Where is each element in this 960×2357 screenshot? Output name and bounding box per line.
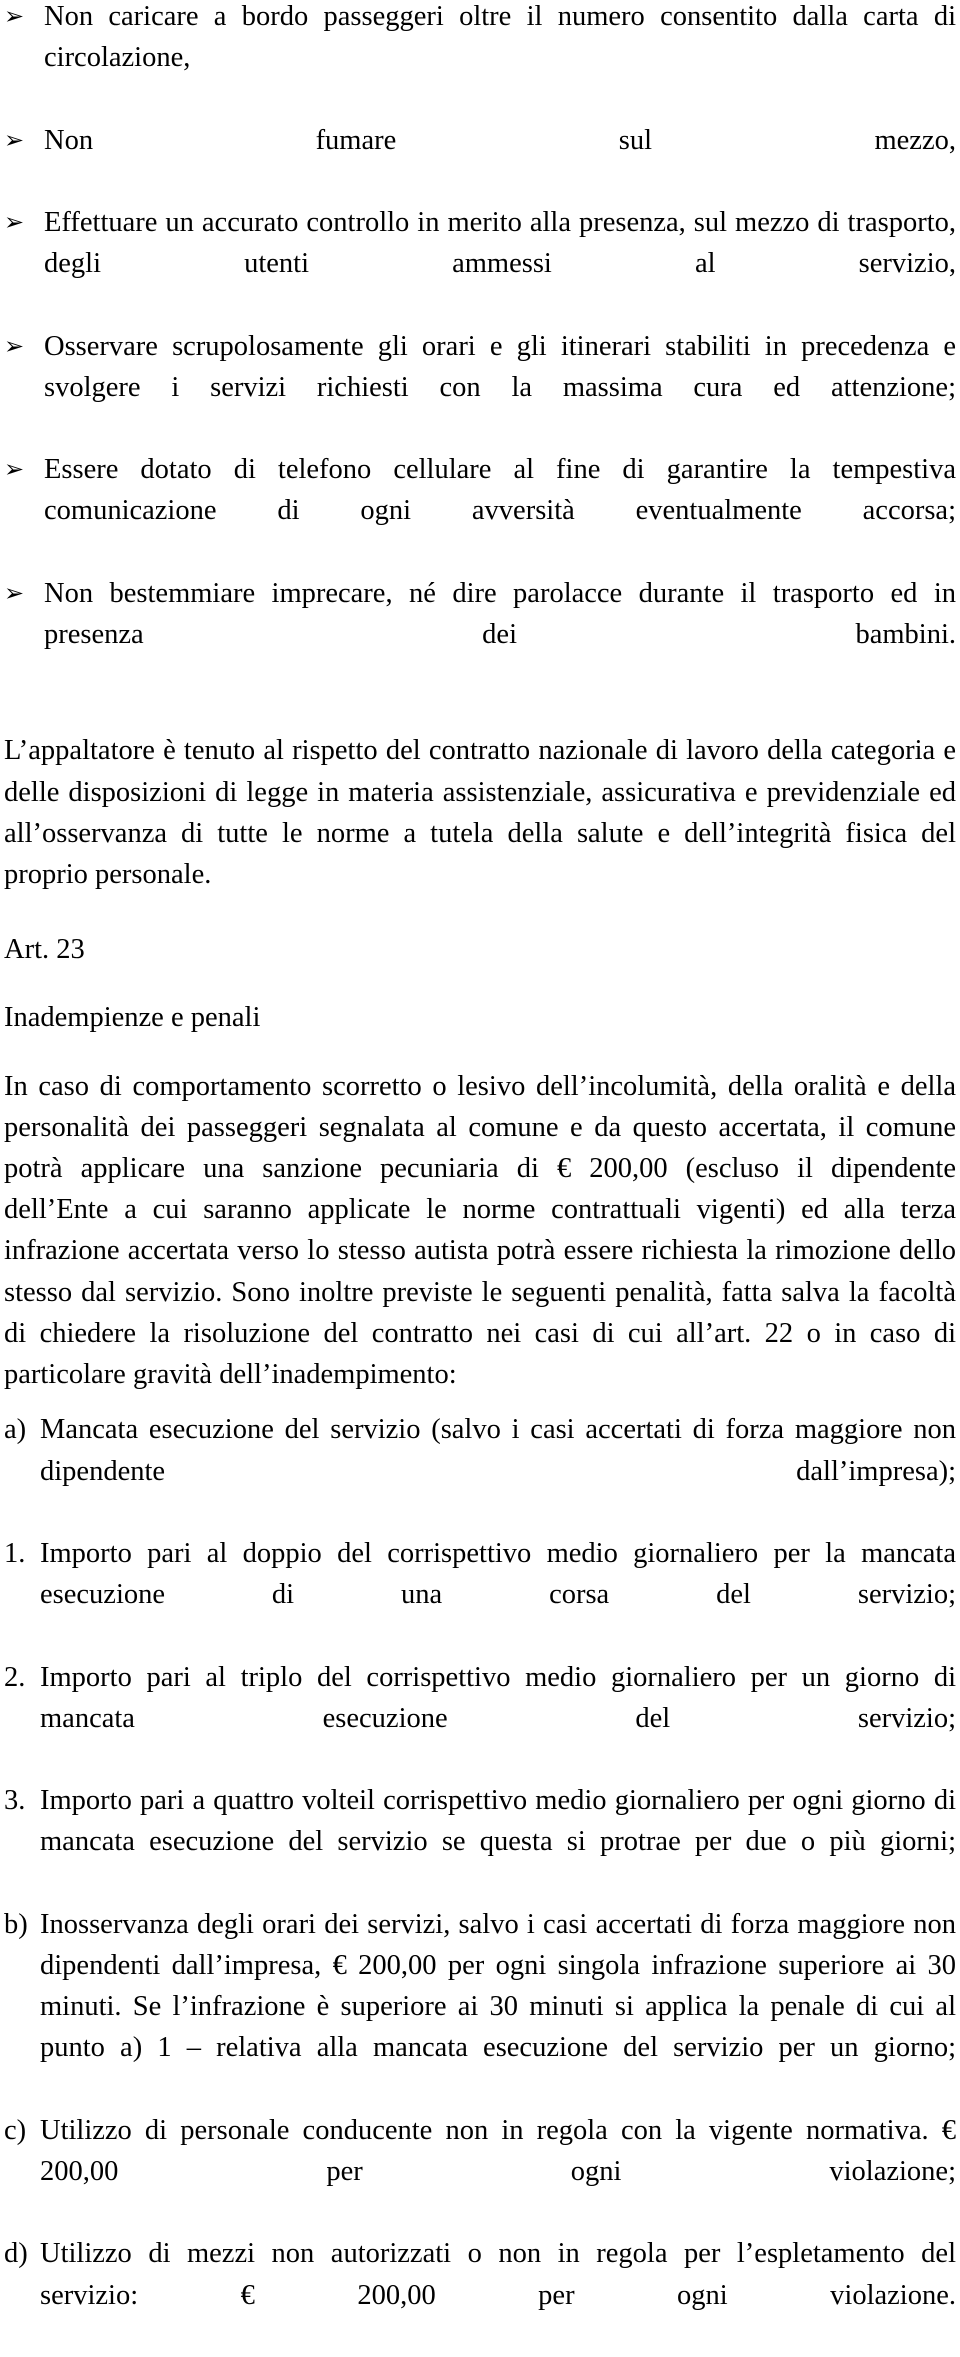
arrow-bullet-icon: ➢ <box>4 125 25 154</box>
list-marker: 3. <box>4 1785 26 1817</box>
list-item-text: Importo pari al doppio del corrispettivo… <box>40 1537 956 1611</box>
list-item: ➢ Non bestemmiare imprecare, né dire paro… <box>4 573 956 697</box>
arrow-bullet-icon: ➢ <box>4 578 25 607</box>
list-item-text: Utilizzo di personale conducente non in … <box>40 2114 956 2187</box>
list-marker: c) <box>4 2114 27 2146</box>
list-item: ➢ Essere dotato di telefono cellulare al … <box>4 449 956 573</box>
arrow-bullet-icon: ➢ <box>4 208 25 237</box>
list-item-text: Importo pari a quattro volteil corrispet… <box>40 1785 956 1858</box>
arrow-bullet-icon: ➢ <box>4 2 25 30</box>
list-item-text: Effettuare un accurato controllo in meri… <box>44 207 956 280</box>
article-number: Art. 23 <box>4 934 85 966</box>
list-marker: 1. <box>4 1537 26 1569</box>
arrow-bullet-icon: ➢ <box>4 455 25 484</box>
list-item-text: Utilizzo di mezzi non autorizzati o non … <box>40 2238 956 2311</box>
paragraph-appaltatore: L’appaltatore è tenuto al rispetto del c… <box>4 735 956 891</box>
list-item-text: Non bestemmiare imprecare, né dire parol… <box>44 577 956 651</box>
list-item-text: Non fumare sul mezzo, <box>44 124 956 156</box>
list-marker: 2. <box>4 1661 26 1693</box>
list-marker: d) <box>4 2238 28 2270</box>
arrow-bullet-icon: ➢ <box>4 331 25 360</box>
list-item: a) Mancata esecuzione del servizio (salvo… <box>4 1409 956 1533</box>
list-item: 3. Importo pari a quattro volteil corrisp… <box>4 1780 956 1904</box>
list-item: c) Utilizzo di personale conducente non i… <box>4 2110 956 2234</box>
list-item: 1. Importo pari al doppio del corrispetti… <box>4 1533 956 1657</box>
list-marker: b) <box>4 1908 28 1940</box>
list-item: ➢ Osservare scrupolosamente gli orari e g… <box>4 326 956 450</box>
document-body: ➢ Non caricare a bordo passeggeri oltre i… <box>4 0 956 2357</box>
list-item: d) Utilizzo di mezzi non autorizzati o no… <box>4 2233 956 2357</box>
list-item: ➢ Non fumare sul mezzo, <box>4 120 956 202</box>
list-marker: a) <box>4 1414 27 1446</box>
list-item: b) Inosservanza degli orari dei servizi, … <box>4 1904 956 2110</box>
document-page: ➢ Non caricare a bordo passeggeri oltre i… <box>0 0 960 2311</box>
list-item: ➢ Non caricare a bordo passeggeri oltre i… <box>4 0 956 120</box>
paragraph-penali: In caso di comportamento scorretto o les… <box>4 1070 956 1391</box>
obligations-bullet-list: ➢ Non caricare a bordo passeggeri oltre i… <box>4 0 956 696</box>
list-item-text: Essere dotato di telefono cellulare al f… <box>44 454 956 527</box>
list-item-text: Mancata esecuzione del servizio (salvo i… <box>40 1414 956 1487</box>
article-title: Inadempienze e penali <box>4 1002 261 1034</box>
list-item-text: Osservare scrupolosamente gli orari e gl… <box>44 330 956 403</box>
list-item: 2. Importo pari al triplo del corrispetti… <box>4 1657 956 1781</box>
list-item-text: Inosservanza degli orari dei servizi, sa… <box>40 1908 956 2064</box>
list-item: ➢ Effettuare un accurato controllo in mer… <box>4 202 956 326</box>
list-item-text: Non caricare a bordo passeggeri oltre il… <box>44 1 956 74</box>
penalty-list: a) Mancata esecuzione del servizio (salvo… <box>4 1409 956 2357</box>
list-item-text: Importo pari al triplo del corrispettivo… <box>40 1661 956 1734</box>
